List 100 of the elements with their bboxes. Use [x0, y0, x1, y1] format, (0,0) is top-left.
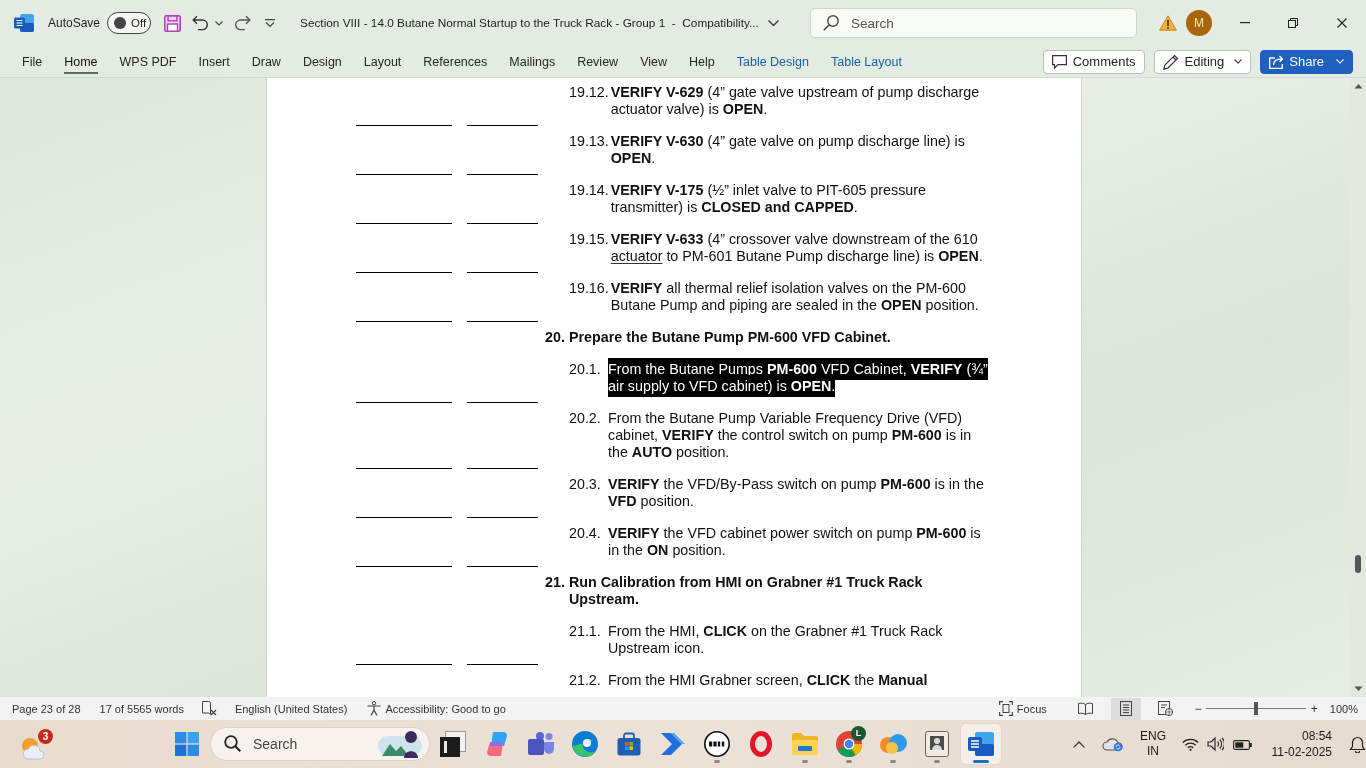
editing-mode-button[interactable]: Editing	[1153, 49, 1252, 74]
step-text: VERIFY the VFD/By-Pass switch on pump PM-600 is in the VFD position.	[608, 476, 985, 510]
ribbon-tab[interactable]: File	[22, 49, 43, 74]
app-logo-icon	[14, 14, 34, 32]
step-number: 20.1.	[569, 361, 602, 379]
scroll-down-icon[interactable]	[1353, 686, 1363, 692]
ribbon-tab[interactable]: Table Design	[736, 49, 809, 74]
comments-button[interactable]: Comments	[1042, 49, 1145, 74]
caret-icon	[1234, 59, 1243, 64]
step-text: VERIFY the VFD cabinet power switch on pump PM-600 is in the ON position.	[608, 525, 982, 559]
undo-icon[interactable]	[192, 15, 210, 31]
step-text: VERIFY V-629 (4” gate valve upstream of pump discharge actuator valve) is OPEN.	[610, 84, 981, 118]
zoom-in-button[interactable]: +	[1310, 701, 1318, 716]
clock-date[interactable]: 11-02-2025	[1271, 744, 1332, 760]
accessibility-icon[interactable]	[367, 701, 382, 716]
section-heading: Prepare the Butane Pump PM-600 VFD Cabinet.	[569, 329, 892, 346]
customize-caret-icon[interactable]	[265, 18, 276, 28]
show-hidden-icons-icon[interactable]	[1073, 740, 1085, 748]
zoom-level[interactable]: 100%	[1329, 702, 1358, 715]
profile-badge: L	[851, 726, 866, 741]
people-icon	[528, 732, 554, 756]
folder-icon	[792, 733, 818, 755]
page-count[interactable]: Page 23 of 28	[12, 702, 81, 715]
minimize-icon[interactable]	[1240, 22, 1250, 24]
step-number: 20.3.	[569, 476, 602, 494]
oval-ring-icon	[750, 731, 772, 757]
step-text: From the Butane Pump Variable Frequency Drive (VFD) cabinet, VERIFY the control switch on pump PM-600 is in the AUTO position.	[608, 410, 973, 461]
ribbon-tab[interactable]: Table Layout	[831, 49, 902, 74]
step-text: VERIFY V-633 (4” crossover valve downstream of the 610 actuator to PM-601 Butane Pump discharge line) is OPEN.	[610, 231, 984, 265]
taskbar-app-button[interactable]: L	[829, 724, 869, 764]
close-icon[interactable]	[1337, 18, 1347, 28]
document-title: Section VIII - 14.0 Butane Normal Startup to the Truck Rack - Group 1 - Compatibility...	[300, 16, 759, 30]
step-number: 20.2.	[569, 410, 602, 428]
input-language[interactable]: ENG	[1140, 729, 1166, 744]
document-app-icon	[968, 732, 994, 756]
caret-icon	[1336, 59, 1344, 64]
search-field[interactable]: Search	[810, 8, 1137, 38]
cloud-sync-icon[interactable]	[1102, 736, 1124, 752]
caret-icon[interactable]	[767, 20, 779, 26]
autosave-toggle[interactable]: Off	[107, 12, 152, 34]
zoom-thumb[interactable]	[1253, 702, 1258, 715]
ribbon-tab[interactable]: Insert	[198, 49, 230, 74]
step-number: 19.15.	[569, 231, 609, 249]
warning-icon[interactable]	[1159, 15, 1177, 31]
section-heading: Run Calibration from HMI on Grabner #1 Truck Rack Upstream.	[569, 574, 924, 608]
double-chevron-icon	[661, 733, 685, 755]
search-highlight-icon	[378, 730, 422, 758]
ribbon-tab[interactable]: View	[640, 49, 667, 74]
focus-icon	[998, 701, 1013, 716]
ribbon-tab[interactable]: Draw	[251, 49, 281, 74]
page-icon	[1119, 701, 1132, 716]
zoom-out-button[interactable]: −	[1194, 701, 1202, 716]
ribbon-tab[interactable]: Review	[577, 49, 619, 74]
focus-button[interactable]: Focus	[998, 701, 1047, 716]
ribbon-tab[interactable]: Design	[302, 49, 342, 74]
wifi-icon[interactable]	[1182, 737, 1199, 751]
ribbon-tab[interactable]: References	[423, 49, 488, 74]
vertical-scrollbar[interactable]	[1350, 78, 1366, 697]
word-count[interactable]: 17 of 5565 words	[99, 702, 184, 715]
proofing-icon[interactable]	[201, 701, 217, 716]
caret-icon[interactable]	[215, 20, 224, 26]
window-stack-icon	[440, 731, 466, 757]
notification-bell-icon[interactable]	[1349, 735, 1366, 753]
search-icon	[823, 15, 839, 31]
avatar[interactable]: M	[1186, 10, 1212, 36]
print-layout-button[interactable]	[1110, 697, 1141, 720]
comment-icon	[1051, 54, 1067, 69]
shopping-bag-icon	[617, 732, 641, 756]
share-button[interactable]: Share	[1260, 49, 1353, 74]
volume-icon[interactable]	[1207, 737, 1224, 751]
ribbon-tab[interactable]: Home	[64, 49, 98, 74]
portrait-frame-icon	[925, 731, 949, 757]
scroll-up-icon[interactable]	[1353, 83, 1363, 89]
ribbon-tab[interactable]: Help	[689, 49, 715, 74]
step-text: From the HMI, CLICK on the Grabner #1 Truck Rack Upstream icon.	[608, 623, 944, 657]
step-number: 21.2.	[569, 672, 602, 689]
section-number: 21.	[545, 574, 566, 592]
language-status[interactable]: English (United States)	[234, 702, 348, 715]
input-region[interactable]: IN	[1147, 744, 1159, 759]
scrollbar-thumb[interactable]	[1355, 555, 1361, 573]
web-page-icon	[1158, 701, 1174, 716]
step-text: VERIFY V-630 (4” gate valve on pump discharge line) is OPEN.	[610, 133, 966, 167]
clock-time[interactable]: 08:54	[1301, 728, 1332, 744]
share-icon	[1269, 54, 1284, 69]
step-text: From the Butane Pumps PM-600 VFD Cabinet, VERIFY (¾” air supply to VFD cabinet) is OPEN.	[608, 361, 990, 395]
ribbon-tab[interactable]: Layout	[363, 49, 402, 74]
accessibility-status[interactable]: Accessibility: Good to go	[385, 702, 506, 715]
redo-icon[interactable]	[234, 15, 252, 31]
overlapping-circles-icon	[879, 733, 907, 755]
step-text: From the HMI Grabner screen, CLICK the Manual	[608, 672, 929, 689]
notification-badge: 3	[38, 728, 53, 744]
step-number: 21.1.	[569, 623, 602, 641]
step-number: 19.14.	[569, 182, 609, 200]
maximize-icon[interactable]	[1288, 18, 1298, 28]
step-text: VERIFY V-175 (½” inlet valve to PIT-605 pressure transmitter) is CLOSED and CAPPED.	[610, 182, 927, 216]
battery-icon[interactable]	[1233, 738, 1252, 750]
start-icon[interactable]	[175, 732, 199, 756]
ribbon-tab[interactable]: WPS PDF	[119, 49, 177, 74]
save-icon[interactable]	[164, 14, 182, 32]
ribbon-tab[interactable]: Mailings	[509, 49, 556, 74]
